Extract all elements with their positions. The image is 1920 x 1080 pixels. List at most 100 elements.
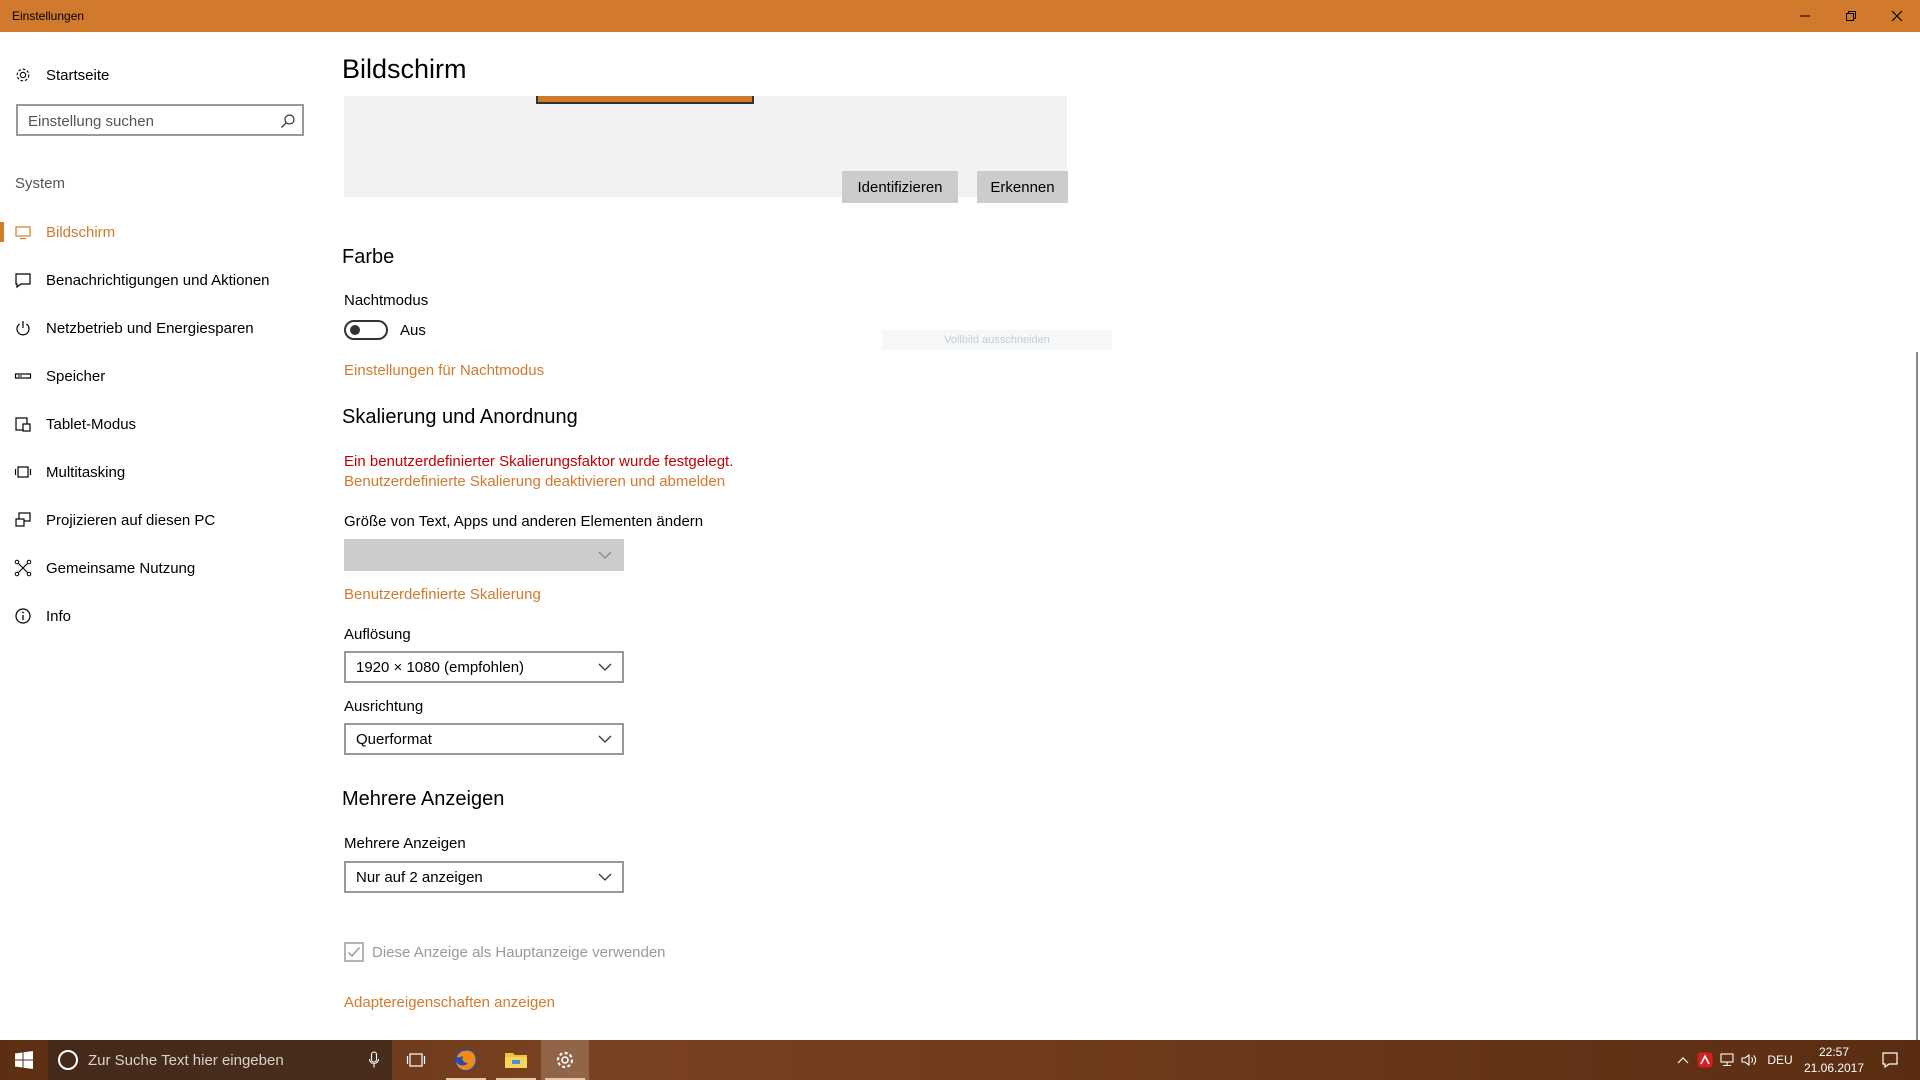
main-display-checkbox[interactable] — [344, 942, 364, 962]
gear-icon — [556, 1051, 574, 1069]
multiple-displays-heading: Mehrere Anzeigen — [342, 788, 505, 810]
sidebar-item-storage[interactable]: Speicher — [0, 352, 320, 400]
orientation-label: Ausrichtung — [344, 698, 424, 715]
size-label: Größe von Text, Apps und anderen Element… — [344, 513, 704, 530]
taskbar-search-input[interactable] — [88, 1051, 358, 1069]
taskbar-search[interactable] — [48, 1040, 392, 1080]
sidebar-item-sharing[interactable]: Gemeinsame Nutzung — [0, 544, 320, 592]
sidebar-item-multitasking[interactable]: Multitasking — [0, 448, 320, 496]
restore-button[interactable] — [1828, 0, 1874, 32]
home-link[interactable]: Startseite — [14, 62, 109, 88]
detect-button[interactable]: Erkennen — [977, 171, 1068, 203]
custom-scaling-link[interactable]: Benutzerdefinierte Skalierung — [344, 586, 541, 603]
sidebar-item-label: Tablet-Modus — [46, 415, 137, 433]
folder-icon — [505, 1053, 527, 1068]
resolution-label: Auflösung — [344, 626, 411, 643]
night-mode-settings-link[interactable]: Einstellungen für Nachtmodus — [344, 362, 544, 379]
tray-network[interactable] — [1716, 1040, 1738, 1080]
gear-icon — [16, 68, 30, 82]
sidebar-item-info[interactable]: Info — [0, 592, 320, 640]
minimize-button[interactable] — [1782, 0, 1828, 32]
settings-search[interactable] — [16, 104, 304, 136]
taskbar-file-explorer[interactable] — [492, 1040, 540, 1080]
multiple-displays-dropdown[interactable]: Nur auf 2 anzeigen — [344, 861, 624, 893]
info-icon — [15, 608, 31, 624]
title-bar: Einstellungen — [0, 0, 1920, 32]
close-button[interactable] — [1874, 0, 1920, 32]
resolution-dropdown-value: 1920 × 1080 (empfohlen) — [356, 659, 525, 676]
orientation-dropdown-value: Querformat — [356, 731, 432, 748]
windows-icon — [15, 1051, 33, 1069]
orientation-dropdown[interactable]: Querformat — [344, 723, 624, 755]
search-input[interactable] — [28, 111, 268, 131]
clock-time: 22:57 — [1818, 1045, 1850, 1059]
task-view-button[interactable] — [392, 1040, 440, 1080]
display-tile[interactable] — [536, 96, 754, 104]
tray-clock[interactable]: 22:57 21.06.2017 — [1800, 1044, 1868, 1076]
microphone-icon[interactable] — [368, 1051, 380, 1069]
show-hidden-icons-button[interactable] — [1672, 1040, 1694, 1080]
tray-volume[interactable] — [1738, 1040, 1760, 1080]
share-icon — [14, 559, 32, 577]
antivirus-icon — [1697, 1052, 1713, 1068]
sidebar-item-label: Multitasking — [46, 463, 126, 481]
cortana-icon — [58, 1050, 78, 1070]
sidebar: Startseite System Bildschirm Benachricht… — [0, 32, 320, 1040]
custom-scaling-warning: Ein benutzerdefinierter Skalierungsfakto… — [344, 453, 734, 470]
adapter-properties-link[interactable]: Adaptereigenschaften anzeigen — [344, 994, 555, 1011]
taskbar: DEU 22:57 21.06.2017 — [0, 1040, 1920, 1080]
start-button[interactable] — [0, 1040, 48, 1080]
display-arrangement-preview[interactable] — [344, 96, 1067, 197]
identify-button[interactable]: Identifizieren — [842, 171, 958, 203]
page-title: Bildschirm — [342, 54, 467, 84]
ghost-tooltip: Vollbild ausschneiden — [882, 330, 1112, 350]
chevron-up-icon — [1677, 1057, 1689, 1064]
sidebar-item-project[interactable]: Projizieren auf diesen PC — [0, 496, 320, 544]
sidebar-item-label: Gemeinsame Nutzung — [46, 559, 196, 577]
project-icon — [15, 512, 31, 527]
sidebar-item-power[interactable]: Netzbetrieb und Energiesparen — [0, 304, 320, 352]
power-icon — [16, 321, 30, 336]
tray-language[interactable]: DEU — [1762, 1040, 1798, 1080]
sidebar-item-label: Netzbetrieb und Energiesparen — [46, 319, 254, 337]
monitor-icon — [15, 226, 31, 240]
chevron-down-icon — [598, 663, 612, 671]
search-icon — [281, 114, 295, 128]
chevron-down-icon — [598, 873, 612, 881]
minimize-icon — [1800, 15, 1810, 17]
sidebar-item-tablet-mode[interactable]: Tablet-Modus — [0, 400, 320, 448]
resolution-dropdown[interactable]: 1920 × 1080 (empfohlen) — [344, 651, 624, 683]
multitasking-icon — [14, 466, 32, 478]
notification-icon — [15, 273, 31, 289]
scaling-heading: Skalierung und Anordnung — [342, 406, 578, 428]
sidebar-nav: Bildschirm Benachrichtigungen und Aktion… — [0, 208, 320, 640]
firefox-icon — [455, 1049, 477, 1071]
scrollbar[interactable] — [1916, 352, 1918, 1052]
sidebar-item-notifications[interactable]: Benachrichtigungen und Aktionen — [0, 256, 320, 304]
disable-custom-scaling-link[interactable]: Benutzerdefinierte Skalierung deaktivier… — [344, 473, 725, 490]
main-content: Bildschirm Identifizieren Erkennen Farbe… — [320, 32, 1920, 1052]
close-icon — [1891, 10, 1903, 22]
scaling-dropdown[interactable] — [344, 539, 624, 571]
night-mode-toggle[interactable] — [344, 320, 388, 340]
sidebar-item-label: Projizieren auf diesen PC — [46, 511, 216, 529]
restore-icon — [1846, 11, 1856, 21]
taskbar-firefox[interactable] — [442, 1040, 490, 1080]
tray-antivirus[interactable] — [1694, 1040, 1716, 1080]
night-mode-state: Aus — [400, 322, 426, 339]
home-label: Startseite — [46, 66, 110, 84]
sidebar-item-label: Bildschirm — [46, 223, 116, 241]
sidebar-item-label: Speicher — [46, 367, 106, 385]
toggle-knob — [350, 325, 360, 335]
taskbar-settings[interactable] — [541, 1040, 589, 1080]
action-center-button[interactable] — [1868, 1040, 1912, 1080]
sidebar-item-bildschirm[interactable]: Bildschirm — [0, 208, 320, 256]
sidebar-item-label: Info — [46, 607, 72, 625]
chevron-down-icon — [598, 735, 612, 743]
window-title: Einstellungen — [12, 9, 85, 23]
main-display-checkbox-label: Diese Anzeige als Hauptanzeige verwenden — [372, 944, 666, 961]
task-view-icon — [406, 1053, 426, 1067]
volume-icon — [1741, 1053, 1756, 1067]
tablet-icon — [15, 417, 31, 432]
multiple-displays-label: Mehrere Anzeigen — [344, 835, 466, 852]
